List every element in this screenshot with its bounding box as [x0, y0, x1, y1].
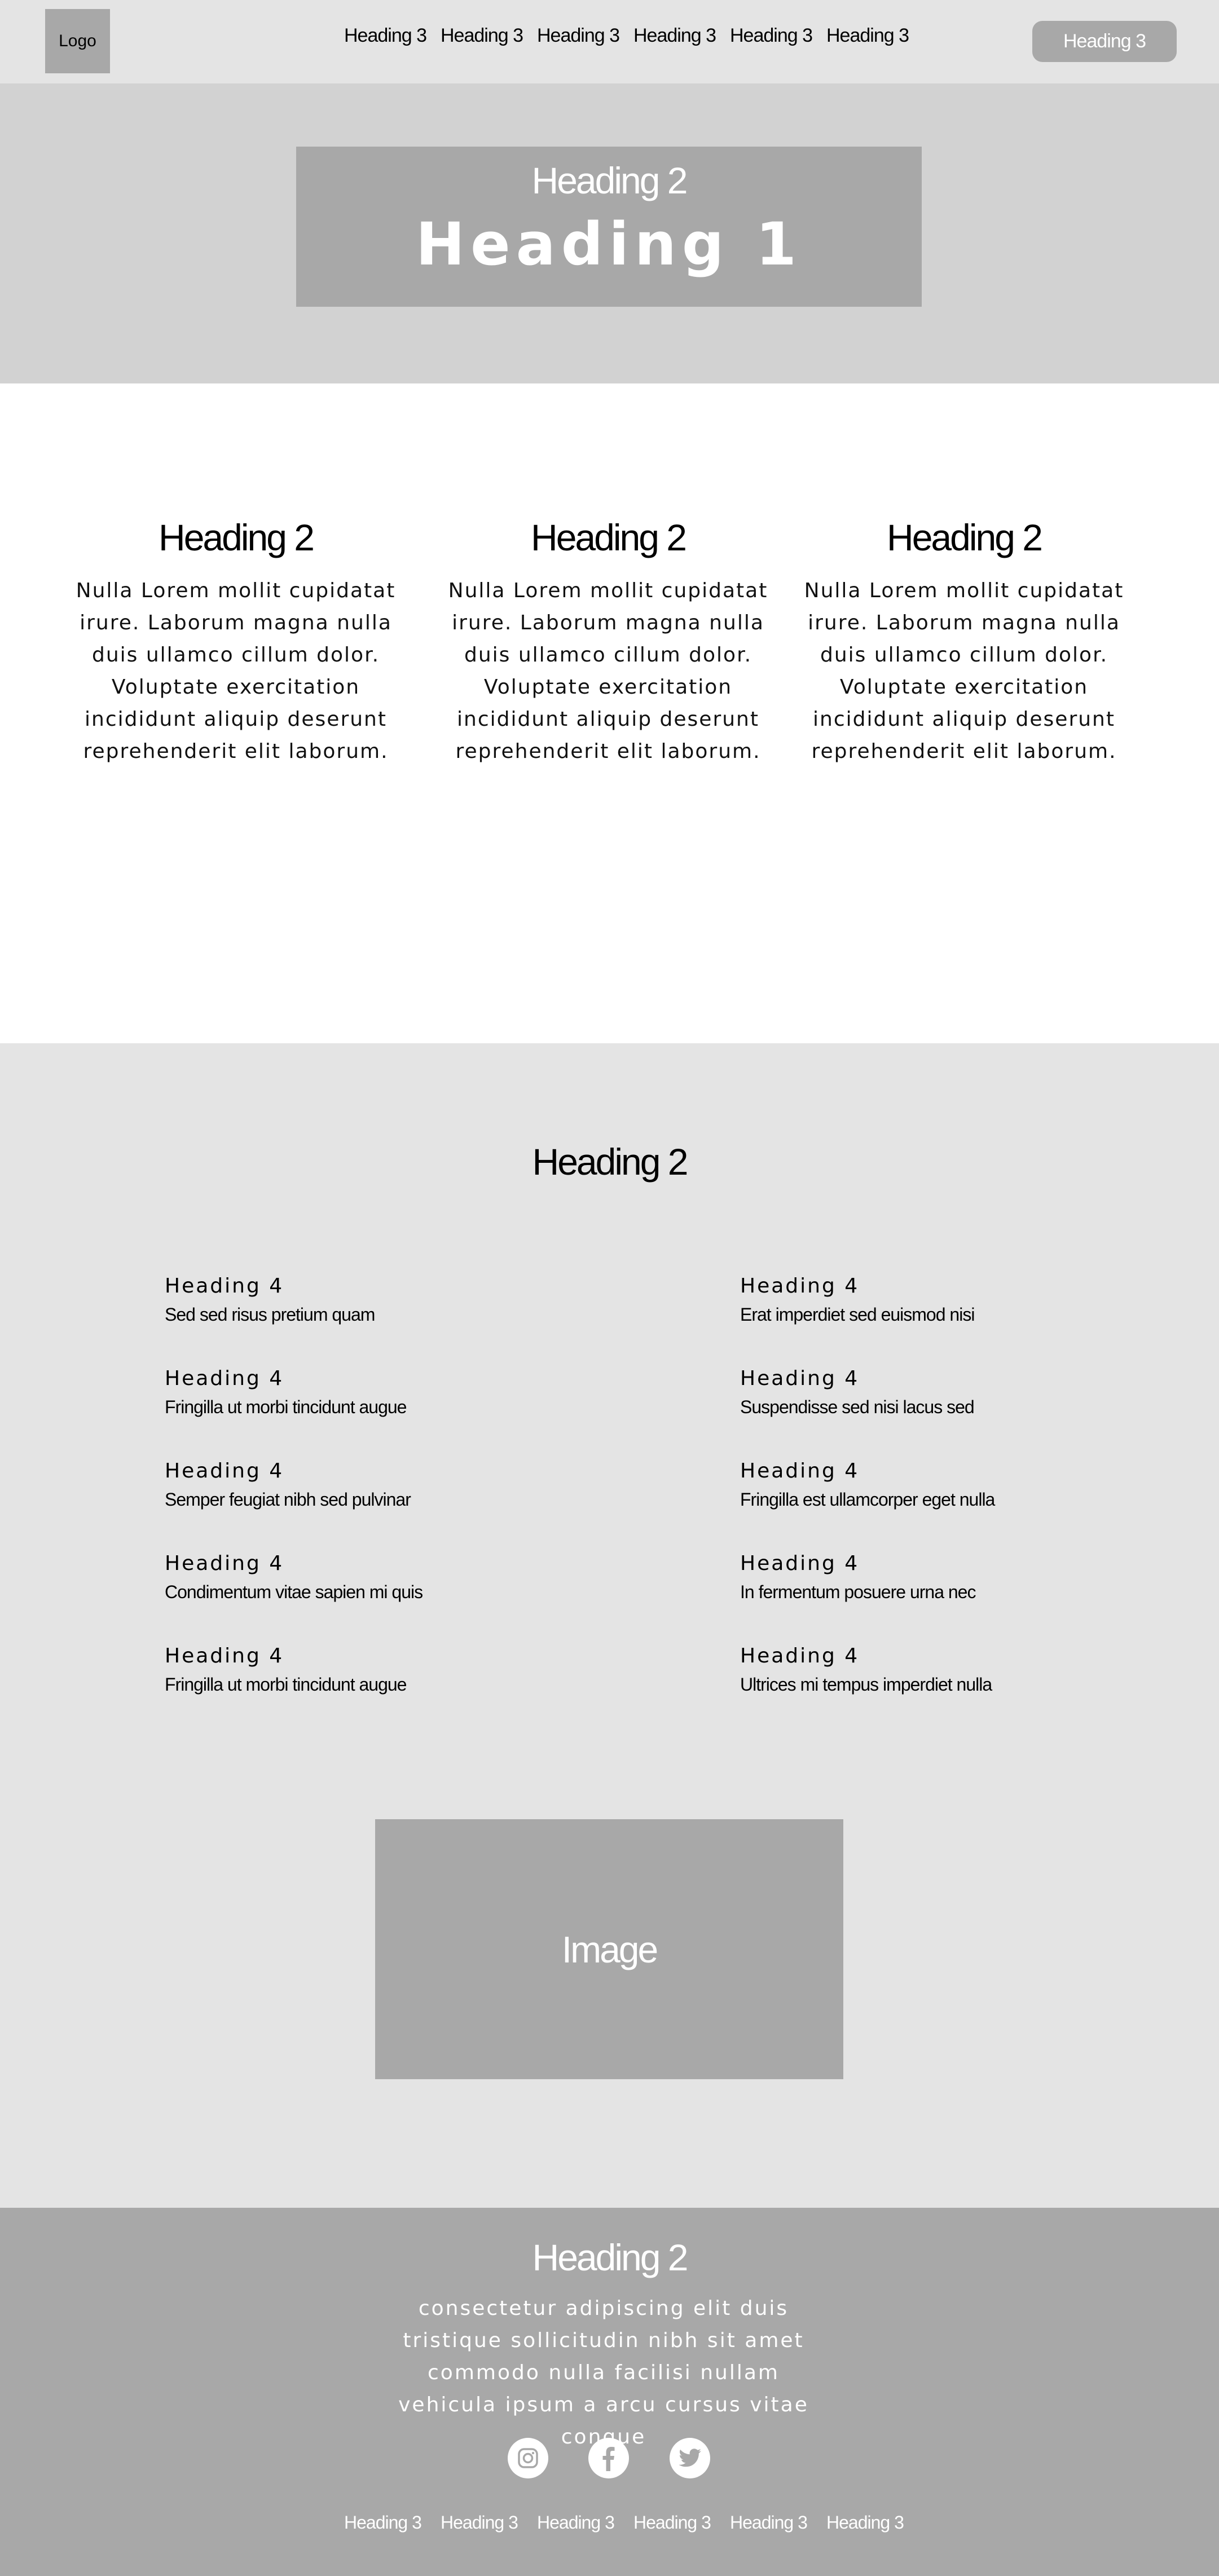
feature-text: Nulla Lorem mollit cupidatat irure. Labo… [448, 579, 768, 763]
feature-title: Heading 2 [887, 517, 1043, 558]
twitter-icon[interactable] [670, 2438, 710, 2478]
footer-nav-link[interactable]: Heading 3 [537, 2512, 633, 2533]
feature-column: Heading 2 Nulla Lorem mollit cupidatat i… [442, 516, 774, 767]
image-placeholder: Image [375, 1819, 843, 2079]
nav-link[interactable]: Heading 3 [537, 25, 633, 47]
list-item-text: Erat imperdiet sed euismod nisi [740, 1304, 975, 1325]
list-item: Heading 4 Sed sed risus pretium quam [165, 1274, 375, 1325]
nav-link[interactable]: Heading 3 [826, 25, 923, 47]
list-item-text: Sed sed risus pretium quam [165, 1304, 375, 1325]
list-item: Heading 4 Condimentum vitae sapien mi qu… [165, 1552, 423, 1603]
footer-nav: Heading 3 Heading 3 Heading 3 Heading 3 … [344, 2512, 923, 2533]
list-item: Heading 4 Suspendisse sed nisi lacus sed [740, 1367, 975, 1418]
footer-nav-link[interactable]: Heading 3 [344, 2512, 441, 2533]
list-section: Heading 2 Heading 4 Sed sed risus pretiu… [0, 1043, 1219, 2208]
list-item-heading: Heading 4 [165, 1274, 284, 1298]
feature-column: Heading 2 Nulla Lorem mollit cupidatat i… [798, 516, 1130, 767]
list-item: Heading 4 Fringilla est ullamcorper eget… [740, 1459, 995, 1510]
hero-section: Heading 2 Heading 1 [0, 83, 1219, 383]
section-title: Heading 2 [532, 1141, 689, 1183]
footer-nav-link[interactable]: Heading 3 [441, 2512, 537, 2533]
features-section: Heading 2 Nulla Lorem mollit cupidatat i… [0, 383, 1219, 1043]
hero-subtitle: Heading 2 [531, 160, 688, 201]
footer-text: consectetur adipiscing elit duis tristiq… [398, 2297, 809, 2449]
nav-link[interactable]: Heading 3 [730, 25, 826, 47]
facebook-icon[interactable] [588, 2438, 629, 2478]
hero-title: Heading 1 [416, 210, 802, 279]
nav-link[interactable]: Heading 3 [441, 25, 537, 47]
list-item: Heading 4 Ultrices mi tempus imperdiet n… [740, 1644, 992, 1695]
list-item: Heading 4 In fermentum posuere urna nec [740, 1552, 976, 1603]
list-item-heading: Heading 4 [740, 1367, 860, 1390]
list-item-heading: Heading 4 [740, 1459, 860, 1483]
logo[interactable]: Logo [45, 9, 110, 73]
list-item-text: Ultrices mi tempus imperdiet nulla [740, 1674, 992, 1695]
site-footer: Heading 2 consectetur adipiscing elit du… [0, 2208, 1219, 2576]
footer-title: Heading 2 [532, 2237, 689, 2278]
cta-button[interactable]: Heading 3 [1032, 21, 1177, 62]
list-item-text: Fringilla est ullamcorper eget nulla [740, 1489, 995, 1510]
list-item-heading: Heading 4 [740, 1274, 860, 1298]
hero-banner: Heading 2 Heading 1 [296, 147, 922, 307]
list-item-text: Fringilla ut morbi tincidunt augue [165, 1397, 407, 1417]
feature-text: Nulla Lorem mollit cupidatat irure. Labo… [804, 579, 1124, 763]
site-header: Logo Heading 3 Heading 3 Heading 3 Headi… [0, 0, 1219, 83]
feature-text: Nulla Lorem mollit cupidatat irure. Labo… [76, 579, 396, 763]
list-item: Heading 4 Erat imperdiet sed euismod nis… [740, 1274, 975, 1325]
list-item-heading: Heading 4 [740, 1644, 860, 1668]
footer-nav-link[interactable]: Heading 3 [826, 2512, 923, 2533]
list-item-text: Condimentum vitae sapien mi quis [165, 1582, 423, 1602]
list-item-text: In fermentum posuere urna nec [740, 1582, 976, 1602]
nav-link[interactable]: Heading 3 [344, 25, 441, 47]
instagram-icon[interactable] [508, 2438, 548, 2478]
list-item-text: Suspendisse sed nisi lacus sed [740, 1397, 975, 1417]
list-item-heading: Heading 4 [165, 1644, 284, 1668]
list-item-heading: Heading 4 [740, 1552, 860, 1575]
list-item-heading: Heading 4 [165, 1459, 284, 1483]
nav-link[interactable]: Heading 3 [633, 25, 730, 47]
footer-nav-link[interactable]: Heading 3 [730, 2512, 826, 2533]
list-item-heading: Heading 4 [165, 1552, 284, 1575]
list-item-heading: Heading 4 [165, 1367, 284, 1390]
feature-column: Heading 2 Nulla Lorem mollit cupidatat i… [69, 516, 402, 767]
list-item: Heading 4 Semper feugiat nibh sed pulvin… [165, 1459, 411, 1510]
list-item-text: Semper feugiat nibh sed pulvinar [165, 1489, 411, 1510]
main-nav: Heading 3 Heading 3 Heading 3 Heading 3 … [344, 25, 923, 47]
feature-title: Heading 2 [159, 517, 315, 558]
feature-title: Heading 2 [531, 517, 687, 558]
footer-nav-link[interactable]: Heading 3 [633, 2512, 730, 2533]
list-item: Heading 4 Fringilla ut morbi tincidunt a… [165, 1367, 407, 1418]
list-item-text: Fringilla ut morbi tincidunt augue [165, 1674, 407, 1695]
list-item: Heading 4 Fringilla ut morbi tincidunt a… [165, 1644, 407, 1695]
